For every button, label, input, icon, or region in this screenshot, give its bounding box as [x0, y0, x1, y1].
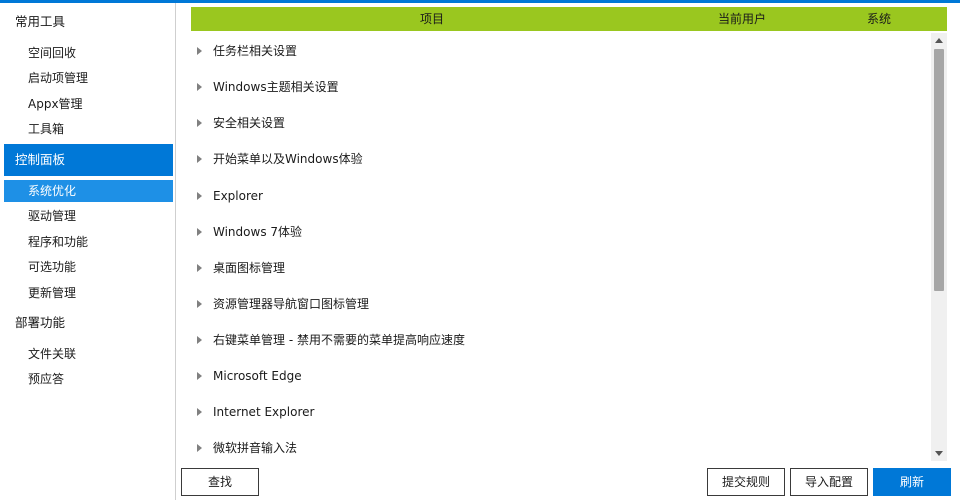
sidebar-item-appx-manager[interactable]: Appx管理: [4, 93, 173, 115]
list-item[interactable]: 资源管理器导航窗口图标管理: [191, 286, 931, 322]
scroll-up-arrow-icon[interactable]: [931, 33, 947, 47]
expand-arrow-icon[interactable]: [197, 155, 202, 163]
list-item[interactable]: Windows 7体验: [191, 214, 931, 250]
column-header-current-user[interactable]: 当前用户: [718, 7, 766, 31]
expand-arrow-icon[interactable]: [197, 228, 202, 236]
sidebar: 常用工具 空间回收 启动项管理 Appx管理 工具箱 控制面板 系统优化 驱动管…: [0, 3, 176, 500]
expand-arrow-icon[interactable]: [197, 192, 202, 200]
sidebar-item-update-manager[interactable]: 更新管理: [4, 282, 173, 304]
sidebar-item-file-association[interactable]: 文件关联: [4, 343, 173, 365]
sidebar-item-space-reclaim[interactable]: 空间回收: [4, 42, 173, 64]
sidebar-group-common-tools[interactable]: 常用工具: [4, 7, 173, 37]
sidebar-item-system-optimization[interactable]: 系统优化: [4, 180, 173, 202]
list-item-label: Windows主题相关设置: [213, 80, 339, 94]
list-item-label: Internet Explorer: [213, 405, 315, 419]
expand-arrow-icon[interactable]: [197, 408, 202, 416]
settings-list: 任务栏相关设置 Windows主题相关设置 安全相关设置 开始菜单以及Windo…: [191, 33, 931, 461]
expand-arrow-icon[interactable]: [197, 336, 202, 344]
import-config-button[interactable]: 导入配置: [790, 468, 868, 496]
list-item-label: 开始菜单以及Windows体验: [213, 152, 363, 166]
list-item-label: 任务栏相关设置: [213, 44, 298, 58]
sidebar-item-startup-manager[interactable]: 启动项管理: [4, 67, 173, 89]
list-item[interactable]: Windows主题相关设置: [191, 69, 931, 105]
vertical-scrollbar[interactable]: [931, 33, 947, 461]
submit-rules-button[interactable]: 提交规则: [707, 468, 785, 496]
list-item-label: 安全相关设置: [213, 116, 286, 130]
list-item-label: 资源管理器导航窗口图标管理: [213, 297, 370, 311]
sidebar-item-driver-manager[interactable]: 驱动管理: [4, 205, 173, 227]
main-panel: 项目 当前用户 系统 任务栏相关设置 Windows主题相关设置 安全相关设置 …: [177, 3, 960, 500]
column-header-system[interactable]: 系统: [867, 7, 891, 31]
refresh-button[interactable]: 刷新: [873, 468, 951, 496]
list-item[interactable]: 右键菜单管理 - 禁用不需要的菜单提高响应速度: [191, 322, 931, 358]
expand-arrow-icon[interactable]: [197, 444, 202, 452]
list-item-label: 微软拼音输入法: [213, 441, 298, 455]
app-window: 常用工具 空间回收 启动项管理 Appx管理 工具箱 控制面板 系统优化 驱动管…: [0, 0, 960, 500]
list-item[interactable]: Explorer: [191, 178, 931, 214]
table-header: 项目 当前用户 系统: [191, 7, 947, 31]
sidebar-item-programs-features[interactable]: 程序和功能: [4, 231, 173, 253]
list-item[interactable]: 任务栏相关设置: [191, 33, 931, 69]
column-header-item[interactable]: 项目: [420, 7, 444, 31]
find-button[interactable]: 查找: [181, 468, 259, 496]
list-item-label: 右键菜单管理 - 禁用不需要的菜单提高响应速度: [213, 333, 465, 347]
list-item-label: Explorer: [213, 189, 263, 203]
expand-arrow-icon[interactable]: [197, 264, 202, 272]
sidebar-item-toolbox[interactable]: 工具箱: [4, 118, 173, 140]
list-item[interactable]: Internet Explorer: [191, 394, 931, 430]
sidebar-group-deployment[interactable]: 部署功能: [4, 308, 173, 338]
sidebar-item-pre-answer[interactable]: 预应答: [4, 368, 173, 390]
list-item[interactable]: Microsoft Edge: [191, 358, 931, 394]
list-item[interactable]: 开始菜单以及Windows体验: [191, 141, 931, 177]
sidebar-item-optional-features[interactable]: 可选功能: [4, 256, 173, 278]
expand-arrow-icon[interactable]: [197, 372, 202, 380]
scroll-down-arrow-icon[interactable]: [931, 447, 947, 461]
expand-arrow-icon[interactable]: [197, 300, 202, 308]
expand-arrow-icon[interactable]: [197, 47, 202, 55]
sidebar-group-control-panel[interactable]: 控制面板: [4, 144, 173, 176]
list-item-label: Windows 7体验: [213, 225, 303, 239]
scrollbar-thumb[interactable]: [934, 49, 944, 291]
list-item[interactable]: 微软拼音输入法: [191, 430, 931, 461]
list-item-label: 桌面图标管理: [213, 261, 286, 275]
list-item-label: Microsoft Edge: [213, 369, 302, 383]
expand-arrow-icon[interactable]: [197, 119, 202, 127]
list-item[interactable]: 桌面图标管理: [191, 250, 931, 286]
expand-arrow-icon[interactable]: [197, 83, 202, 91]
list-item[interactable]: 安全相关设置: [191, 105, 931, 141]
